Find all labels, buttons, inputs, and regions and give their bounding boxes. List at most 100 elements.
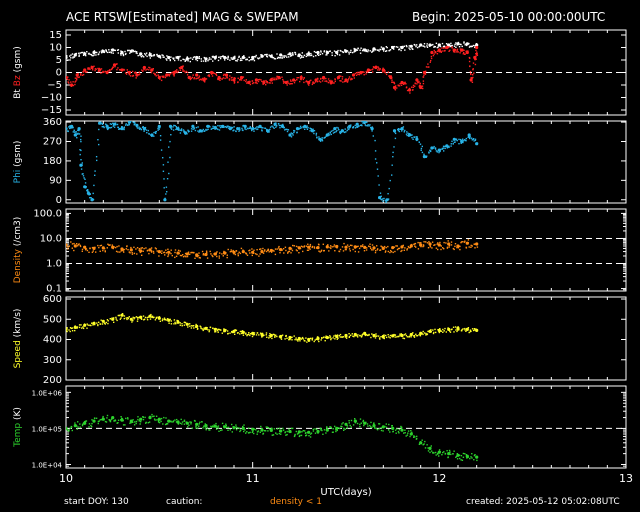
data-point-temp [172,421,175,423]
data-point-mag [436,53,439,55]
data-point-phi [255,127,257,129]
data-point-density [450,244,453,246]
data-point-mag [262,80,266,85]
data-point-density [218,255,220,257]
data-point-density [107,243,109,245]
data-point-mag [162,54,164,57]
data-point-speed [207,329,209,331]
data-point-density [262,247,264,250]
data-point-speed [266,336,268,338]
data-point-temp [262,432,265,435]
data-point-speed [120,317,122,319]
data-point-density [156,250,158,252]
data-point-mag [215,74,218,77]
data-point-temp [114,420,117,422]
data-point-phi [110,123,113,125]
data-point-density [143,247,145,250]
data-point-mag [80,74,82,76]
data-point-density [106,247,108,249]
data-point-speed [394,336,396,338]
data-point-density [307,245,311,249]
data-point-mag [75,80,77,82]
y-tick-label: 1.0 [46,259,62,270]
data-point-temp [69,427,71,429]
data-point-density [342,250,345,252]
data-point-mag [66,55,68,60]
y-tick-label: 0 [56,68,62,79]
data-point-mag [459,52,461,54]
data-point-density [344,245,348,249]
data-point-speed [200,326,202,328]
data-point-mag [437,43,441,47]
data-point-speed [402,337,404,339]
data-point-density [374,251,377,254]
data-point-phi [465,137,467,140]
data-point-phi [389,179,391,182]
data-point-mag [409,44,413,48]
data-point-density [468,246,470,248]
data-point-phi [318,137,322,141]
data-point-phi [382,198,384,200]
data-point-density [136,247,139,249]
data-point-phi [463,139,466,141]
data-point-mag [117,52,119,54]
data-point-mag [215,73,217,75]
data-point-speed [239,333,241,335]
data-point-speed [100,319,102,321]
data-point-density [414,242,417,245]
data-point-mag [452,48,456,52]
data-point-speed [98,321,100,323]
data-point-mag [275,77,277,79]
data-point-temp [267,430,269,432]
data-point-phi [369,124,371,126]
data-point-density [98,246,100,249]
data-point-density [89,247,91,250]
data-point-density [189,253,191,255]
data-point-mag [116,68,118,71]
data-point-mag [157,74,159,76]
data-point-temp [145,421,147,424]
data-point-phi [147,129,149,132]
data-point-speed [189,325,191,327]
data-point-mag [71,53,74,55]
data-point-mag [223,55,227,60]
data-point-phi [365,124,367,127]
data-point-mag [186,74,189,76]
data-point-mag [260,54,264,58]
data-point-speed [197,327,199,330]
data-point-temp [127,417,129,419]
data-point-mag [468,60,471,63]
data-point-speed [285,334,287,337]
data-point-mag [339,54,341,56]
data-point-mag [269,78,273,82]
data-point-density [279,248,283,252]
data-point-mag [70,57,72,59]
data-point-speed [157,316,161,320]
data-point-mag [310,52,312,55]
data-point-temp [372,424,376,428]
data-point-temp [288,429,292,434]
data-point-phi [228,127,232,131]
data-point-mag [456,48,459,50]
data-point-speed [220,329,222,331]
data-point-phi [142,127,146,131]
data-point-density [92,250,94,252]
data-point-mag [381,47,385,51]
data-point-density [348,248,351,250]
data-point-density [175,255,178,257]
data-point-phi [269,126,272,128]
data-point-speed [419,335,422,337]
data-point-speed [81,327,83,329]
data-point-mag [160,79,163,82]
data-point-speed [389,334,392,337]
data-point-temp [153,415,155,417]
data-point-phi [101,126,103,128]
data-point-density [456,244,460,248]
data-point-mag [245,80,247,83]
data-point-speed [445,331,447,333]
data-point-density [448,246,450,248]
data-point-density [288,250,291,252]
data-point-temp [325,428,329,432]
data-point-speed [201,328,203,330]
data-point-density [371,244,374,246]
